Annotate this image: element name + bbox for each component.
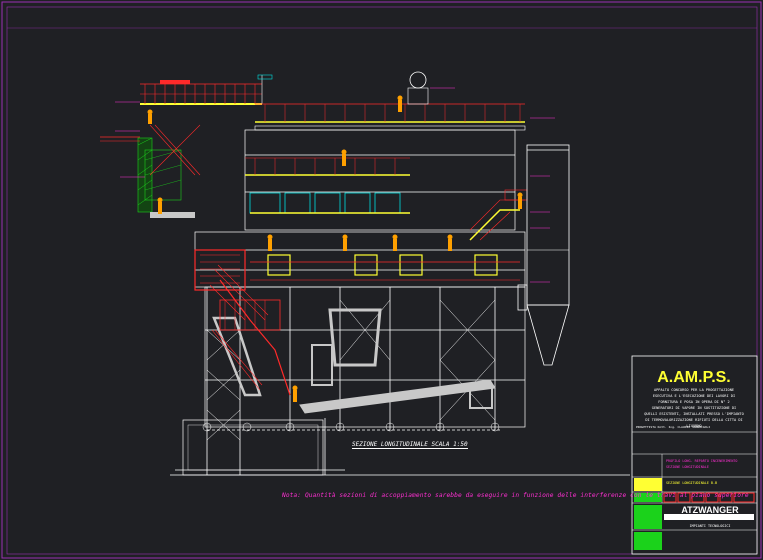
project-line: GENERATORI DI VAPORE IN SOSTITUZIONE DI [652,406,736,410]
furnace-equipment [194,249,520,396]
cad-drawing-canvas: A.AM.P.S. APPALTO CONCORSO PER LA PROGET… [1,1,762,559]
project-line: FORNITURA E POSA IN OPERA DI N° 2 [658,400,729,404]
left-staircase [149,124,269,391]
company-name: ATZWANGER [681,505,739,515]
left-bunker [100,136,195,218]
section-label: SEZIONE LONGITUDINALE SCALA 1:50 [352,441,468,449]
project-line: ESECUTIVA E L'ESECUZIONE DEI LAVORI DI [653,394,735,398]
upper-right-platform [254,71,526,131]
basement-pit [182,419,324,476]
sheet-title-3: SEZIONE LONGITUDINALE B-B [666,481,717,485]
title-logo: A.AM.P.S. [657,369,731,386]
sheet-title-2: SEZIONE LONGITUDINALE [666,465,709,469]
sheet-title-1: PROFILO LONG. REPARTO INCENERIMENTO [666,459,737,463]
cyan-equipment-row [249,192,410,214]
project-line: APPALTO CONCORSO PER LA PROGETTAZIONE [654,388,734,392]
section-label-text: SEZIONE LONGITUDINALE SCALA 1:50 [352,441,468,449]
silo [517,144,570,366]
project-line: DI TERMOVALORIZZAZIONE RIFIUTI DELLA CIT… [645,418,742,422]
drawing-note: Nota: Quantità sezioni di accoppiamento … [282,492,749,499]
project-line: QUELLI ESISTENTI, INSTALLATI PRESSO L'IM… [644,412,744,416]
top-walkway [140,74,273,105]
ash-duct [212,308,496,414]
ground-line [170,469,630,476]
mid-walkway [245,157,410,176]
project-manager: PROGETTISTA Dott. Ing. CLAUDIO SANGRIGOL… [636,425,710,429]
company-subtitle: IMPIANTI TECNOLOGICI [690,524,731,528]
